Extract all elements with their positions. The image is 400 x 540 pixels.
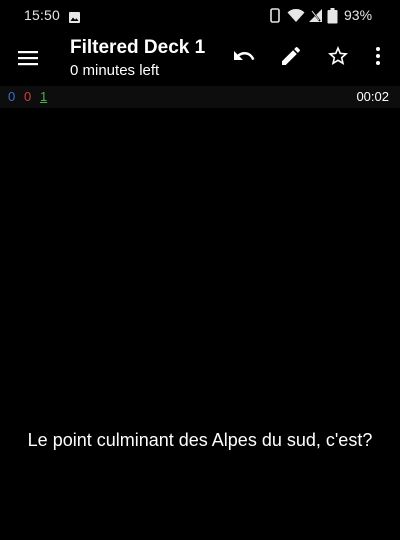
status-time: 15:50 <box>24 7 61 23</box>
mark-star-button[interactable] <box>320 40 356 76</box>
toolbar: Filtered Deck 1 0 minutes left <box>0 32 400 86</box>
time-remaining: 0 minutes left <box>70 62 160 79</box>
gallery-icon <box>69 10 80 23</box>
card-counts-bar: 0 0 1 00:02 <box>0 86 400 108</box>
undo-icon <box>232 44 256 73</box>
deck-title: Filtered Deck 1 <box>70 37 206 58</box>
card-question: Le point culminant des Alpes du sud, c'e… <box>27 430 373 450</box>
card-timer: 00:02 <box>356 89 389 104</box>
more-options-button[interactable] <box>360 40 396 76</box>
review-count: 1 <box>40 89 48 104</box>
edit-button[interactable] <box>273 40 309 76</box>
menu-icon[interactable] <box>10 40 46 76</box>
new-count: 0 <box>8 89 16 104</box>
learning-count: 0 <box>24 89 32 104</box>
signal-icon <box>308 8 324 28</box>
undo-button[interactable] <box>226 40 262 76</box>
wifi-icon <box>287 8 305 28</box>
edit-icon <box>279 44 303 73</box>
card-area[interactable]: Le point culminant des Alpes du sud, c'e… <box>0 108 400 540</box>
status-bar: 15:50 93% <box>0 0 400 32</box>
title-block: Filtered Deck 1 0 minutes left <box>70 36 205 81</box>
more-vert-icon <box>366 44 390 73</box>
battery-icon <box>327 8 338 29</box>
battery-percent: 93% <box>344 7 373 23</box>
phone-icon <box>270 8 280 28</box>
star-icon <box>326 44 350 73</box>
